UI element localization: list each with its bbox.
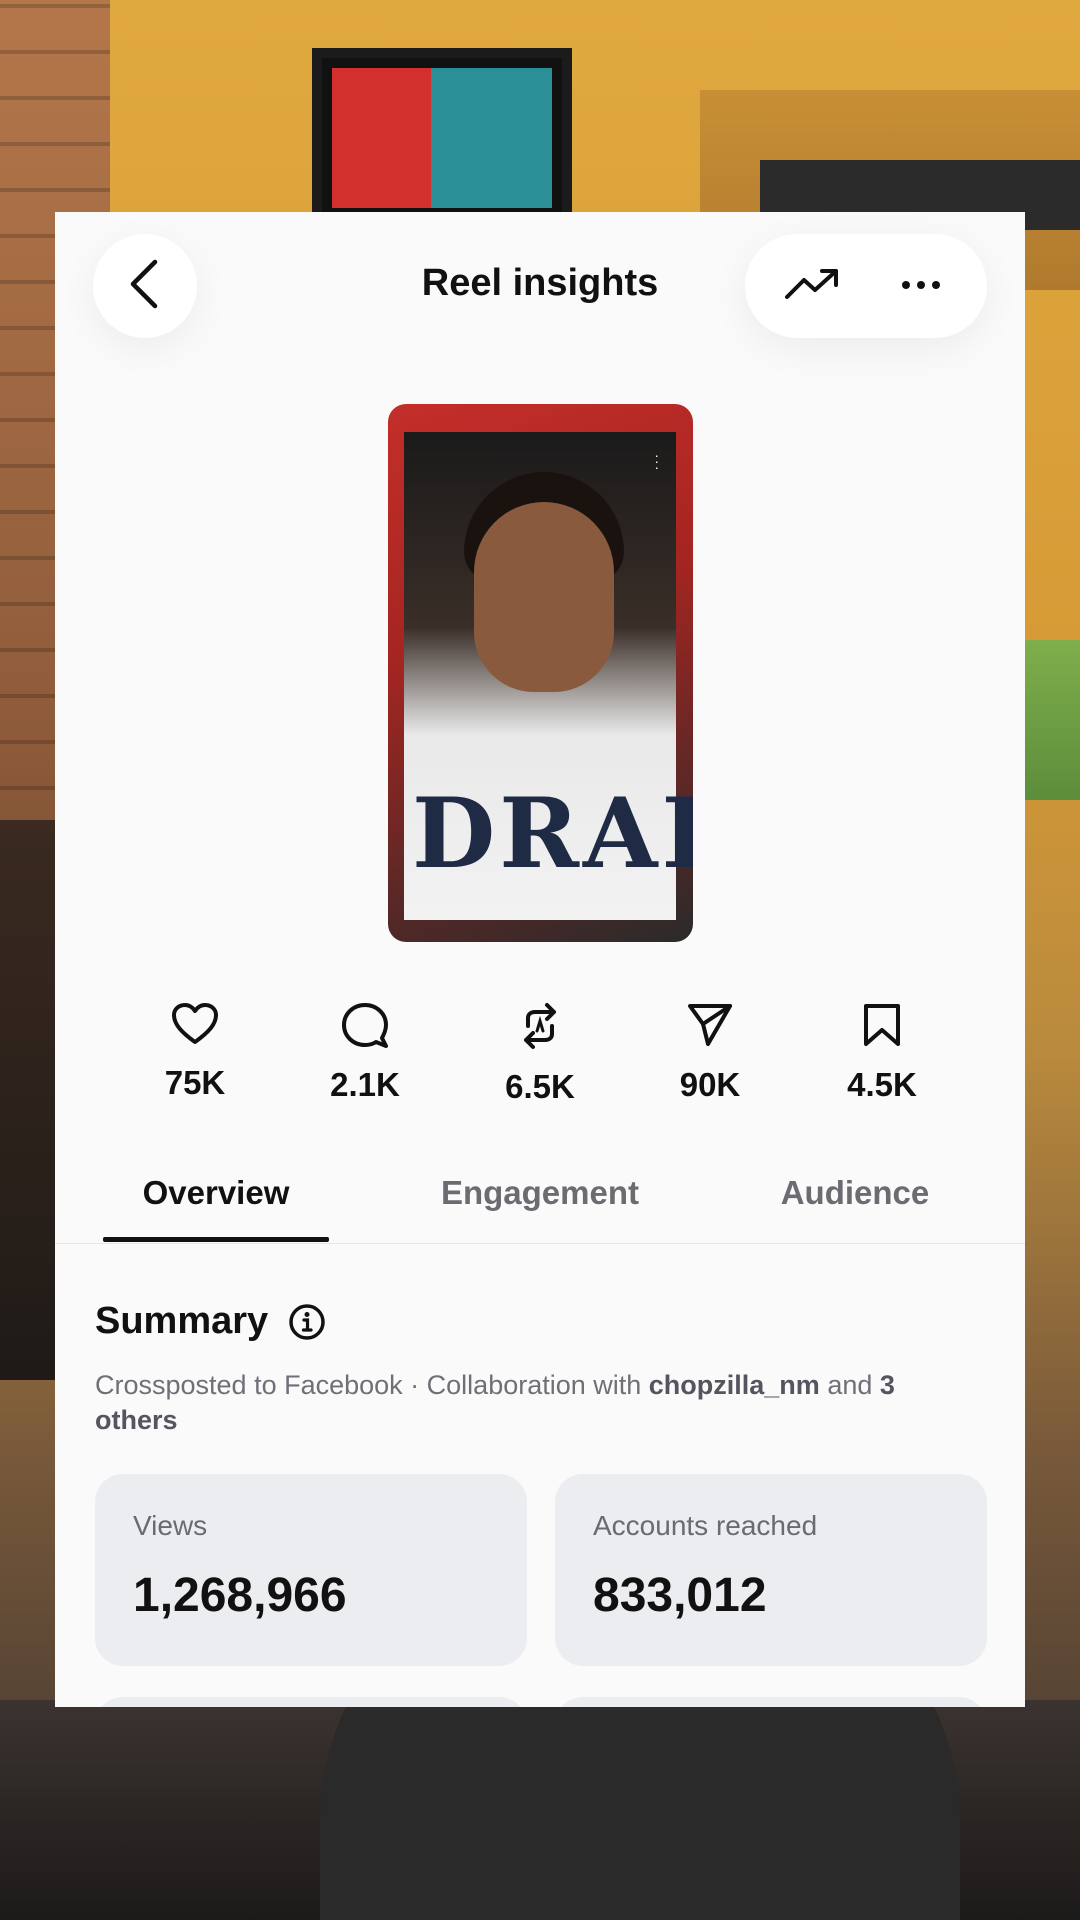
background-poster-frame (312, 48, 572, 228)
heart-icon (125, 1002, 265, 1046)
metric-card-partial (95, 1697, 527, 1707)
accounts-reached-label: Accounts reached (593, 1510, 818, 1541)
reel-preview-image: DRAK (404, 432, 693, 920)
shares-count: 90K (679, 1066, 741, 1103)
background-shelf (0, 820, 60, 1380)
insights-tabs: Overview Engagement Audience (55, 1162, 1025, 1244)
and-text: and (819, 1370, 880, 1400)
comments-count: 2.1K (330, 1066, 400, 1103)
more-horizontal-icon (901, 277, 941, 295)
saves-count: 4.5K (847, 1066, 917, 1103)
info-icon[interactable] (288, 1303, 326, 1341)
accounts-reached-metric-card[interactable]: Accounts reached 833,012 (555, 1474, 987, 1666)
collaborator-link[interactable]: chopzilla_nm (649, 1370, 820, 1400)
reel-insights-card: Reel insights DRAK ··· 75K (55, 212, 1025, 1707)
summary-heading: Summary (95, 1300, 326, 1343)
comments-stat[interactable]: 2.1K (295, 1002, 435, 1104)
likes-count: 75K (164, 1064, 226, 1101)
views-value: 1,268,966 (133, 1569, 347, 1622)
views-label: Views (133, 1510, 208, 1541)
summary-description: Crossposted to Facebook · Collaboration … (95, 1368, 975, 1438)
share-icon (640, 1002, 780, 1048)
accounts-reached-value: 833,012 (593, 1569, 767, 1622)
reposts-stat[interactable]: 6.5K (470, 1002, 610, 1106)
views-metric-card[interactable]: Views 1,268,966 (95, 1474, 527, 1666)
background-outdoor (1025, 640, 1080, 800)
tab-overview[interactable]: Overview (103, 1174, 329, 1212)
reposts-count: 6.5K (505, 1068, 575, 1105)
summary-title: Summary (95, 1300, 269, 1342)
repost-icon (470, 1002, 610, 1050)
reel-thumbnail[interactable]: DRAK ··· (388, 404, 693, 942)
bookmark-icon (812, 1002, 952, 1048)
header-actions (745, 234, 987, 338)
active-tab-indicator (103, 1237, 329, 1242)
crosspost-text: Crossposted to Facebook · Collaboration … (95, 1370, 649, 1400)
likes-stat[interactable]: 75K (125, 1002, 265, 1102)
trending-button[interactable] (772, 246, 852, 326)
shares-stat[interactable]: 90K (640, 1002, 780, 1104)
metric-card-partial (555, 1697, 987, 1707)
more-options-button[interactable] (881, 246, 961, 326)
engagement-stats: 75K 2.1K 6.5K 90K 4.5K (55, 1002, 1025, 1132)
tab-engagement[interactable]: Engagement (420, 1174, 660, 1212)
reel-shirt-text: DRAK (412, 777, 693, 890)
comment-icon (295, 1002, 435, 1048)
tab-audience[interactable]: Audience (755, 1174, 955, 1212)
trending-up-icon (784, 267, 840, 306)
saves-stat[interactable]: 4.5K (812, 1002, 952, 1104)
more-vertical-icon: · · · (654, 447, 659, 475)
